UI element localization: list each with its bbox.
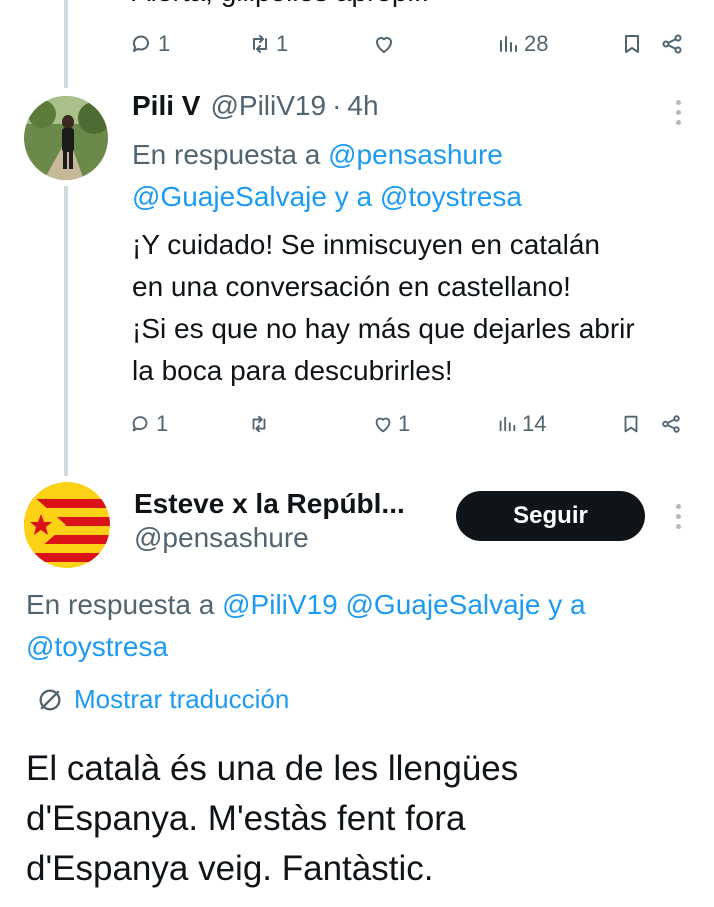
- avatar-photo: [24, 96, 108, 180]
- text-line: El català és una de les llengües: [26, 749, 519, 788]
- mention-connector: y a: [334, 181, 373, 212]
- display-name[interactable]: Esteve x la Repúbl...: [134, 488, 405, 520]
- bookmark-button[interactable]: [620, 404, 642, 444]
- reply-icon: [132, 416, 148, 432]
- dot: [675, 524, 681, 529]
- views-icon: [499, 416, 516, 432]
- show-translation-button[interactable]: Mostrar traducción: [36, 684, 289, 715]
- dot: [675, 100, 681, 105]
- estelada-flag-icon: [24, 482, 110, 568]
- dot: [675, 514, 681, 519]
- bookmark-button[interactable]: [620, 24, 644, 64]
- share-icon: [662, 415, 680, 433]
- reply-button[interactable]: 1: [130, 24, 170, 64]
- view-count: 14: [522, 411, 547, 436]
- reply-button[interactable]: 1: [130, 404, 168, 444]
- retweet-count: 1: [276, 31, 289, 56]
- mention-link[interactable]: @GuajeSalvaje: [346, 589, 541, 620]
- dot: [675, 504, 681, 509]
- tweet-thread-page: Alerta, gilipolles apropi!! 1 1 28: [0, 0, 714, 907]
- reply-count: 1: [158, 31, 171, 56]
- reply-count: 1: [156, 411, 169, 436]
- mention-link[interactable]: @GuajeSalvaje: [132, 181, 327, 212]
- timestamp[interactable]: 4h: [347, 90, 378, 122]
- retweet-icon: [253, 35, 267, 53]
- mention-link[interactable]: @toystresa: [380, 181, 522, 212]
- reply-context: En respuesta a @pensashure @GuajeSalvaje…: [132, 134, 692, 218]
- reply-author-row: Pili V @PiliV19 · 4h: [132, 90, 379, 122]
- avatar-estelada-flag[interactable]: [24, 482, 110, 568]
- user-handle[interactable]: @PiliV19: [210, 90, 326, 122]
- reply-icon: [132, 35, 149, 52]
- follow-button[interactable]: Seguir: [456, 491, 645, 541]
- heart-icon: [375, 417, 391, 433]
- views-button[interactable]: 28: [496, 24, 548, 64]
- views-icon: [500, 36, 517, 52]
- text-line: d'Espanya. M'estàs fent fora: [26, 799, 466, 838]
- more-options-button[interactable]: [675, 100, 681, 125]
- retweet-button[interactable]: 1: [248, 24, 288, 64]
- bookmark-icon: [624, 415, 638, 433]
- mention-link[interactable]: @PiliV19: [222, 589, 338, 620]
- separator: ·: [332, 90, 342, 121]
- translate-icon: [39, 689, 61, 710]
- heart-icon: [376, 37, 392, 53]
- previous-tweet-actions: 1 1 28: [0, 24, 714, 64]
- bookmark-icon: [625, 35, 639, 53]
- share-button[interactable]: [660, 404, 682, 444]
- reply-tweet-text: ¡Y cuidado! Se inmiscuyen en catalán en …: [132, 224, 702, 392]
- dot: [675, 110, 681, 115]
- translate-label: Mostrar traducción: [74, 684, 290, 714]
- mention-connector: y a: [548, 589, 586, 620]
- display-name[interactable]: Pili V: [132, 90, 200, 122]
- retweet-button[interactable]: [248, 404, 274, 444]
- retweet-icon: [252, 415, 266, 433]
- reply-prefix: En respuesta a: [26, 589, 215, 620]
- text-line: d'Espanya veig. Fantàstic.: [26, 849, 434, 888]
- reply-context: En respuesta a @PiliV19 @GuajeSalvaje y …: [26, 584, 696, 668]
- more-options-button[interactable]: [675, 504, 681, 529]
- mention-link[interactable]: @pensashure: [328, 139, 503, 170]
- previous-tweet-text: Alerta, gilipolles apropi!!: [132, 0, 429, 8]
- share-icon: [662, 34, 682, 54]
- text-line: ¡Y cuidado! Se inmiscuyen en catalán: [132, 229, 600, 260]
- main-tweet-text: El català és una de les llengües d'Espan…: [26, 744, 696, 894]
- reply-tweet-actions: 1 1 14: [0, 404, 714, 444]
- reply-prefix: En respuesta a: [132, 139, 321, 170]
- like-button[interactable]: 1: [372, 404, 410, 444]
- like-count: 1: [398, 411, 411, 436]
- views-button[interactable]: 14: [496, 404, 546, 444]
- text-line: en una conversación en castellano!: [132, 271, 571, 302]
- text-line: ¡Si es que no hay más que dejarles abrir: [132, 313, 635, 344]
- like-button[interactable]: [372, 24, 400, 64]
- user-handle[interactable]: @pensashure: [134, 522, 309, 554]
- view-count: 28: [524, 31, 549, 56]
- share-button[interactable]: [660, 24, 684, 64]
- dot: [675, 120, 681, 125]
- avatar-pili-v[interactable]: [24, 96, 108, 180]
- text-line: la boca para descubrirles!: [132, 355, 453, 386]
- mention-link[interactable]: @toystresa: [26, 631, 168, 662]
